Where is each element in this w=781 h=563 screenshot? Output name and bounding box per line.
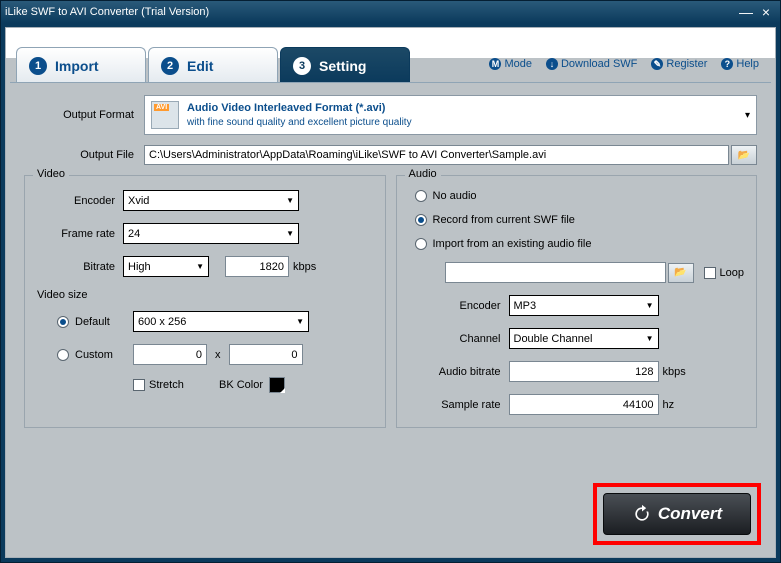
browse-button[interactable]: 📂 — [731, 145, 757, 165]
video-encoder-label: Encoder — [37, 195, 123, 207]
step-1-icon: 1 — [29, 57, 47, 75]
default-label: Default — [75, 316, 133, 328]
video-size-label: Video size — [37, 289, 373, 301]
chevron-down-icon: ▼ — [646, 301, 654, 310]
import-audio-radio[interactable] — [415, 238, 427, 250]
output-file-label: Output File — [24, 149, 144, 161]
convert-icon — [632, 504, 652, 524]
no-audio-label: No audio — [433, 190, 477, 202]
record-audio-radio[interactable] — [415, 214, 427, 226]
audio-legend: Audio — [405, 168, 441, 180]
format-title: Audio Video Interleaved Format (*.avi) — [187, 101, 412, 115]
samplerate-input[interactable] — [509, 394, 659, 415]
loop-checkbox[interactable] — [704, 267, 716, 279]
chevron-down-icon: ▼ — [646, 334, 654, 343]
chevron-down-icon: ▼ — [196, 262, 204, 271]
channel-label: Channel — [409, 333, 509, 345]
help-icon: ? — [721, 58, 733, 70]
audio-file-input[interactable] — [445, 262, 666, 283]
format-subtitle: with fine sound quality and excellent pi… — [187, 116, 412, 129]
chevron-down-icon: ▼ — [286, 196, 294, 205]
video-bitrate-input[interactable] — [225, 256, 289, 277]
download-icon: ↓ — [546, 58, 558, 70]
convert-highlight: Convert — [593, 483, 761, 545]
convert-label: Convert — [658, 504, 722, 524]
custom-label: Custom — [75, 349, 133, 361]
default-size-select[interactable]: 600 x 256▼ — [133, 311, 309, 332]
framerate-label: Frame rate — [37, 228, 123, 240]
step-3-icon: 3 — [293, 57, 311, 75]
video-group: Video Encoder Xvid▼ Frame rate 24▼ Bitra… — [24, 175, 386, 428]
samplerate-label: Sample rate — [409, 399, 509, 411]
kbps-unit: kbps — [293, 261, 316, 273]
mode-link[interactable]: MMode — [489, 58, 532, 70]
tab-label: Import — [55, 58, 99, 74]
channel-select[interactable]: Double Channel▼ — [509, 328, 659, 349]
video-bitrate-preset-select[interactable]: High▼ — [123, 256, 209, 277]
help-link[interactable]: ?Help — [721, 58, 759, 70]
convert-button[interactable]: Convert — [603, 493, 751, 535]
import-audio-label: Import from an existing audio file — [433, 238, 592, 250]
video-encoder-select[interactable]: Xvid▼ — [123, 190, 299, 211]
custom-width-input[interactable] — [133, 344, 207, 365]
register-link[interactable]: ✎Register — [651, 58, 707, 70]
audio-bitrate-label: Audio bitrate — [409, 366, 509, 378]
folder-icon: 📂 — [674, 267, 686, 278]
default-size-radio[interactable] — [57, 316, 69, 328]
custom-size-radio[interactable] — [57, 349, 69, 361]
chevron-down-icon: ▼ — [296, 317, 304, 326]
output-format-select[interactable]: AVI Audio Video Interleaved Format (*.av… — [144, 95, 757, 135]
x-separator: x — [215, 349, 221, 361]
audio-browse-button[interactable]: 📂 — [668, 263, 694, 283]
stretch-label: Stretch — [149, 379, 219, 391]
audio-group: Audio No audio Record from current SWF f… — [396, 175, 758, 428]
register-icon: ✎ — [651, 58, 663, 70]
video-legend: Video — [33, 168, 69, 180]
bkcolor-label: BK Color — [219, 379, 263, 391]
step-2-icon: 2 — [161, 57, 179, 75]
folder-icon: 📂 — [738, 150, 750, 161]
avi-icon: AVI — [151, 101, 179, 129]
tab-label: Edit — [187, 58, 213, 74]
framerate-select[interactable]: 24▼ — [123, 223, 299, 244]
audio-bitrate-input[interactable] — [509, 361, 659, 382]
tab-label: Setting — [319, 58, 366, 74]
video-bitrate-label: Bitrate — [37, 261, 123, 273]
title-bar: iLike SWF to AVI Converter (Trial Versio… — [1, 1, 780, 23]
tab-setting[interactable]: 3 Setting — [280, 47, 410, 83]
custom-height-input[interactable] — [229, 344, 303, 365]
hz-unit: hz — [663, 399, 675, 411]
no-audio-radio[interactable] — [415, 190, 427, 202]
audio-encoder-select[interactable]: MP3▼ — [509, 295, 659, 316]
tab-import[interactable]: 1 Import — [16, 47, 146, 83]
minimize-icon[interactable]: — — [736, 4, 756, 20]
download-swf-link[interactable]: ↓Download SWF — [546, 58, 637, 70]
chevron-down-icon: ▼ — [286, 229, 294, 238]
output-file-input[interactable] — [144, 145, 729, 165]
mode-icon: M — [489, 58, 501, 70]
bkcolor-swatch[interactable] — [269, 377, 285, 393]
audio-encoder-label: Encoder — [409, 300, 509, 312]
chevron-down-icon: ▾ — [745, 110, 750, 121]
loop-label: Loop — [720, 267, 744, 279]
window-title: iLike SWF to AVI Converter (Trial Versio… — [5, 6, 209, 18]
tab-edit[interactable]: 2 Edit — [148, 47, 278, 83]
stretch-checkbox[interactable] — [133, 379, 145, 391]
output-format-label: Output Format — [24, 109, 144, 121]
record-audio-label: Record from current SWF file — [433, 214, 575, 226]
close-icon[interactable]: × — [756, 4, 776, 20]
kbps-unit: kbps — [663, 366, 686, 378]
